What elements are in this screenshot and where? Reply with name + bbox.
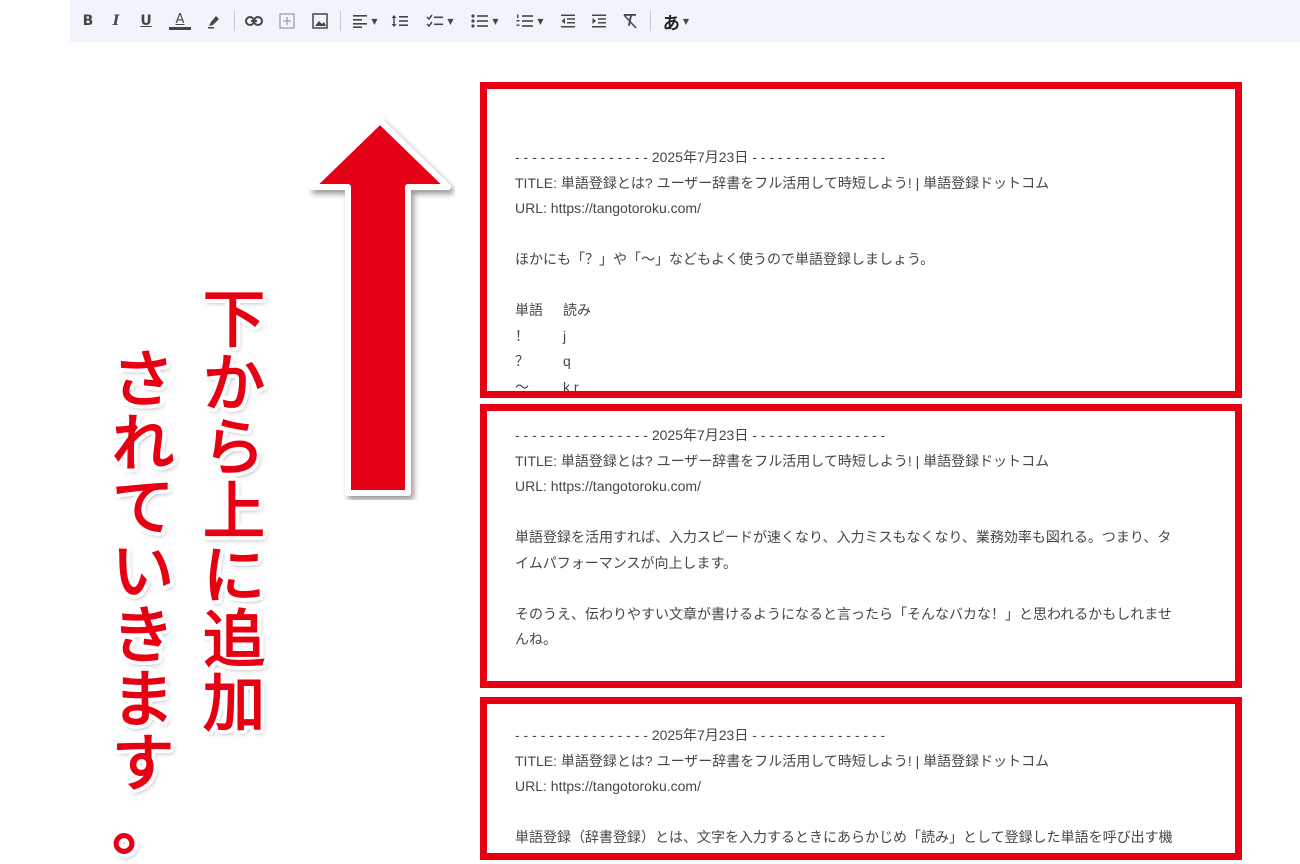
increase-indent-button[interactable] xyxy=(587,9,611,33)
chevron-down-icon: ▼ xyxy=(537,16,544,26)
clear-formatting-button[interactable] xyxy=(618,9,642,33)
align-dropdown[interactable]: ▼ xyxy=(348,9,382,33)
reading-cell: j xyxy=(563,327,567,344)
reading-cell: k r xyxy=(563,378,579,395)
checklist-dropdown[interactable]: ▼ xyxy=(422,9,458,33)
clear-formatting-icon xyxy=(623,14,637,29)
entry-body: ほかにも「？」や「〜」などもよく使うので単語登録しましょう。 xyxy=(515,251,935,267)
entry-panel-1: - - - - - - - - - - - - - - - - 2025年7月2… xyxy=(480,82,1242,398)
entry-separator: - - - - - - - - - - - - - - - - 2025年7月2… xyxy=(515,727,886,743)
entry-title: TITLE: 単語登録とは? ユーザー辞書をフル活用して時短しよう! | 単語登… xyxy=(515,752,1050,769)
word-column-header: 単語 xyxy=(515,302,543,318)
formatting-toolbar: B I U A ▼ ▼ ▼ ▼ あ ▼ xyxy=(70,0,1300,42)
insert-link-button[interactable] xyxy=(242,9,266,33)
annotation-text-right: 下 か ら 上 に 追 加 xyxy=(203,283,266,740)
chevron-down-icon: ▼ xyxy=(371,16,378,26)
italic-button[interactable]: I xyxy=(106,9,126,33)
entry-panel-3: - - - - - - - - - - - - - - - - 2025年7月2… xyxy=(480,697,1242,860)
word-cell: 〜 xyxy=(515,378,529,395)
entry-body-line: 能です。 xyxy=(515,851,1207,854)
input-language-dropdown[interactable]: あ ▼ xyxy=(658,9,694,34)
entry-url[interactable]: URL: https://tangotoroku.com/ xyxy=(515,474,1207,500)
bold-button[interactable]: B xyxy=(78,9,98,33)
bulleted-list-dropdown[interactable]: ▼ xyxy=(467,9,503,33)
word-cell: ！ xyxy=(515,327,529,344)
reading-column-header: 読み xyxy=(563,302,591,318)
entry-separator: - - - - - - - - - - - - - - - - 2025年7月2… xyxy=(515,149,886,165)
entry-url[interactable]: URL: https://tangotoroku.com/ xyxy=(515,196,1207,222)
insert-comment-button[interactable] xyxy=(275,9,299,33)
checklist-icon xyxy=(426,14,444,28)
line-spacing-button[interactable] xyxy=(388,9,412,33)
entry-url[interactable]: URL: https://tangotoroku.com/ xyxy=(515,774,1207,800)
image-icon xyxy=(312,13,328,29)
increase-indent-icon xyxy=(592,14,606,28)
word-table-row: ！ j xyxy=(515,324,1207,350)
entry-title: TITLE: 単語登録とは? ユーザー辞書をフル活用して時短しよう! | 単語登… xyxy=(515,452,1050,469)
word-cell: ？ xyxy=(515,353,529,369)
numbered-list-icon xyxy=(516,14,534,27)
highlight-button[interactable] xyxy=(203,9,225,33)
add-comment-icon xyxy=(279,13,295,29)
underline-button[interactable]: U xyxy=(136,9,156,33)
insert-image-button[interactable] xyxy=(308,9,332,33)
reading-cell: q xyxy=(563,353,571,369)
entry-panel-2: - - - - - - - - - - - - - - - - 2025年7月2… xyxy=(480,404,1242,688)
text-color-icon: A xyxy=(175,11,185,27)
word-table-row: ？ q xyxy=(515,349,1207,375)
word-table-row: 〜 k r xyxy=(515,375,1207,395)
word-table-header: 単語 読み xyxy=(515,298,1207,324)
align-left-icon xyxy=(353,15,368,28)
entry-body-line: 単語登録（辞書登録）とは、文字を入力するときにあらかじめ「読み」として登録した単… xyxy=(515,829,1173,845)
up-arrow-icon xyxy=(309,118,451,496)
entry-title: TITLE: 単語登録とは? ユーザー辞書をフル活用して時短しよう! | 単語登… xyxy=(515,174,1050,191)
chevron-down-icon: ▼ xyxy=(682,16,690,26)
entry-body-line: イムパフォーマンスが向上します。 xyxy=(515,554,738,571)
link-icon xyxy=(245,16,263,26)
decrease-indent-icon xyxy=(561,14,575,28)
text-color-button[interactable]: A xyxy=(167,9,193,33)
entry-body-line: んね。 xyxy=(515,631,557,647)
decrease-indent-button[interactable] xyxy=(556,9,580,33)
chevron-down-icon: ▼ xyxy=(492,16,499,26)
input-language-label: あ xyxy=(662,13,680,34)
entry-separator: - - - - - - - - - - - - - - - - 2025年7月2… xyxy=(515,427,886,443)
chevron-down-icon: ▼ xyxy=(447,16,454,26)
highlighter-icon xyxy=(208,16,219,29)
entry-body-line: そのうえ、伝わりやすい文章が書けるようになると言ったら「そんなバカな！」と思われ… xyxy=(515,605,1172,622)
line-spacing-icon xyxy=(391,15,408,27)
bulleted-list-icon xyxy=(471,14,489,28)
numbered-list-dropdown[interactable]: ▼ xyxy=(512,9,548,33)
entry-body-line: 単語登録を活用すれば、入力スピードが速くなり、入力ミスもなくなり、業務効率も図れ… xyxy=(515,529,1172,545)
annotation-text-left: さ れ て い き ま す 。 xyxy=(112,343,175,864)
